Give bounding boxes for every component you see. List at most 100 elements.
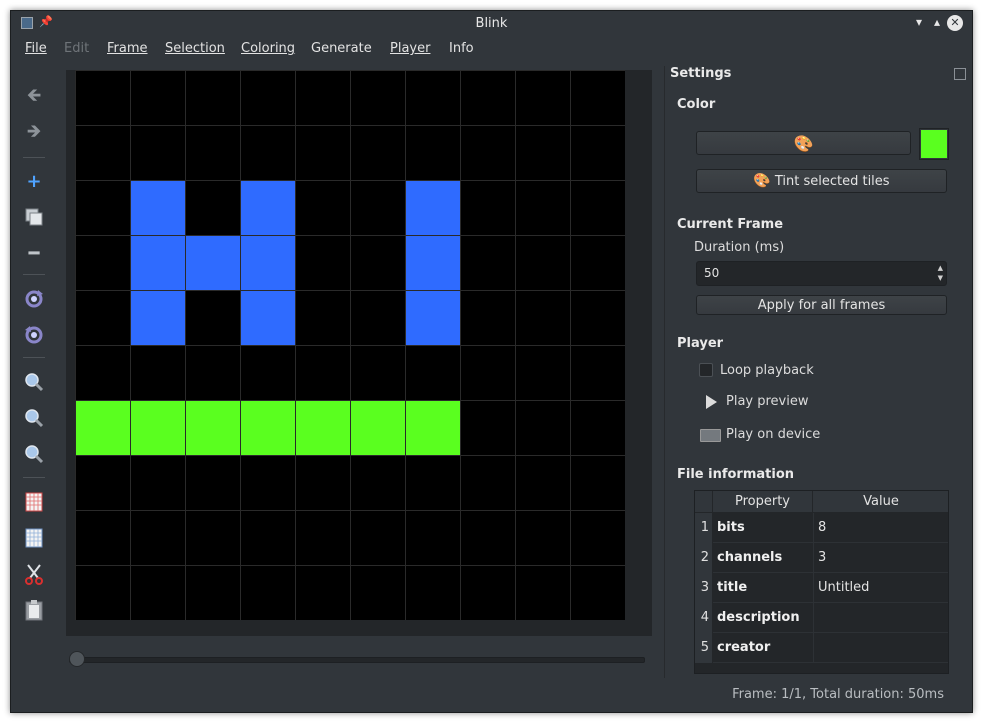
row-property[interactable]: bits	[717, 513, 745, 543]
grid-cell[interactable]	[351, 566, 405, 620]
grid-cell[interactable]	[406, 346, 460, 400]
remove-icon[interactable]: ━	[23, 242, 45, 264]
grid-cell[interactable]	[351, 456, 405, 510]
row-value[interactable]: 8	[813, 513, 948, 543]
grid-cell[interactable]	[241, 126, 295, 180]
show-grid-icon[interactable]	[23, 491, 45, 513]
grid-cell[interactable]	[241, 346, 295, 400]
dock-float-icon[interactable]	[954, 68, 966, 80]
maximize-icon[interactable]: ▴	[929, 15, 945, 29]
grid-cell[interactable]	[186, 401, 240, 455]
grid-cell[interactable]	[131, 126, 185, 180]
grid-cell[interactable]	[406, 126, 460, 180]
grid-cell[interactable]	[351, 181, 405, 235]
grid-cell[interactable]	[571, 346, 625, 400]
grid-cell[interactable]	[76, 566, 130, 620]
row-number[interactable]: 1	[695, 513, 713, 543]
header-value[interactable]: Value	[813, 491, 948, 513]
grid-cell[interactable]	[516, 511, 570, 565]
grid-cell[interactable]	[516, 291, 570, 345]
led-grid[interactable]	[75, 70, 625, 620]
grid-cell[interactable]	[76, 126, 130, 180]
grid-cell[interactable]	[186, 456, 240, 510]
play-icon[interactable]	[706, 395, 717, 409]
grid-cell[interactable]	[131, 291, 185, 345]
grid-cell[interactable]	[461, 291, 515, 345]
grid-cell[interactable]	[516, 181, 570, 235]
grid-cell[interactable]	[296, 511, 350, 565]
loop-playback-label[interactable]: Loop playback	[720, 363, 814, 378]
grid-cell[interactable]	[461, 401, 515, 455]
grid-cell[interactable]	[296, 566, 350, 620]
grid-cell[interactable]	[461, 346, 515, 400]
grid-cell[interactable]	[131, 346, 185, 400]
table-row[interactable]: 5 creator	[695, 633, 948, 663]
grid-cell[interactable]	[516, 71, 570, 125]
table-row[interactable]: 4 description	[695, 603, 948, 633]
row-value[interactable]: 3	[813, 543, 948, 573]
grid-cell[interactable]	[461, 181, 515, 235]
frame-slider-handle[interactable]	[69, 651, 85, 667]
grid-cell[interactable]	[131, 401, 185, 455]
menu-coloring[interactable]: Coloring	[241, 41, 295, 56]
grid-cell[interactable]	[571, 71, 625, 125]
grid-cell[interactable]	[76, 346, 130, 400]
grid-cell[interactable]	[241, 181, 295, 235]
grid-cell[interactable]	[131, 236, 185, 290]
grid-cell[interactable]	[131, 511, 185, 565]
grid-cell[interactable]	[241, 236, 295, 290]
table-row[interactable]: 2 channels 3	[695, 543, 948, 573]
frame-slider-track[interactable]	[69, 657, 645, 663]
grid-cell[interactable]	[76, 511, 130, 565]
grid-cell[interactable]	[296, 401, 350, 455]
grid-cell[interactable]	[241, 566, 295, 620]
grid-cell[interactable]	[186, 566, 240, 620]
grid-cell[interactable]	[241, 291, 295, 345]
grid-cell[interactable]	[351, 236, 405, 290]
grid-cell[interactable]	[351, 511, 405, 565]
grid-cell[interactable]	[351, 291, 405, 345]
menu-frame[interactable]: Frame	[107, 41, 148, 56]
grid-cell[interactable]	[516, 456, 570, 510]
menu-file[interactable]: File	[25, 41, 47, 56]
menu-selection[interactable]: Selection	[165, 41, 225, 56]
menu-info[interactable]: Info	[449, 41, 474, 56]
dock-separator[interactable]	[664, 66, 665, 678]
grid-cell[interactable]	[186, 511, 240, 565]
file-info-table[interactable]: Property Value 1 bits 8 2 channels 3 3 title Unt…	[694, 490, 949, 674]
duplicate-icon[interactable]	[23, 206, 45, 228]
cut-icon[interactable]	[23, 563, 45, 585]
apply-all-frames-button[interactable]: Apply for all frames	[696, 295, 947, 315]
grid-cell[interactable]	[131, 566, 185, 620]
grid-cell[interactable]	[571, 181, 625, 235]
grid-cell[interactable]	[131, 456, 185, 510]
grid-cell[interactable]	[406, 511, 460, 565]
zoom-out-icon[interactable]	[23, 407, 45, 429]
grid-cell[interactable]	[571, 236, 625, 290]
duration-spinbox[interactable]: 50 ▲ ▼	[696, 261, 947, 286]
row-number[interactable]: 2	[695, 543, 713, 573]
menu-edit[interactable]: Edit	[64, 41, 89, 56]
grid-cell[interactable]	[131, 181, 185, 235]
grid-cell[interactable]	[186, 236, 240, 290]
grid-cell[interactable]	[186, 346, 240, 400]
back-arrow-icon[interactable]: 🡸	[23, 85, 45, 109]
grid-cell[interactable]	[296, 126, 350, 180]
add-icon[interactable]: +	[23, 170, 45, 192]
zoom-fit-icon[interactable]	[23, 443, 45, 465]
menu-player[interactable]: Player	[390, 41, 430, 56]
zoom-in-icon[interactable]	[23, 371, 45, 393]
spin-arrows-icon[interactable]: ▲ ▼	[938, 263, 943, 283]
grid-cell[interactable]	[406, 401, 460, 455]
grid-cell[interactable]	[406, 236, 460, 290]
grid-cell[interactable]	[516, 401, 570, 455]
grid-cell[interactable]	[516, 236, 570, 290]
play-device-label[interactable]: Play on device	[726, 427, 820, 442]
grid-cell[interactable]	[571, 456, 625, 510]
grid-cell[interactable]	[296, 71, 350, 125]
grid-cell[interactable]	[131, 71, 185, 125]
grid-cell[interactable]	[76, 291, 130, 345]
grid-cell[interactable]	[186, 291, 240, 345]
grid-cell[interactable]	[461, 71, 515, 125]
play-preview-label[interactable]: Play preview	[726, 394, 809, 409]
